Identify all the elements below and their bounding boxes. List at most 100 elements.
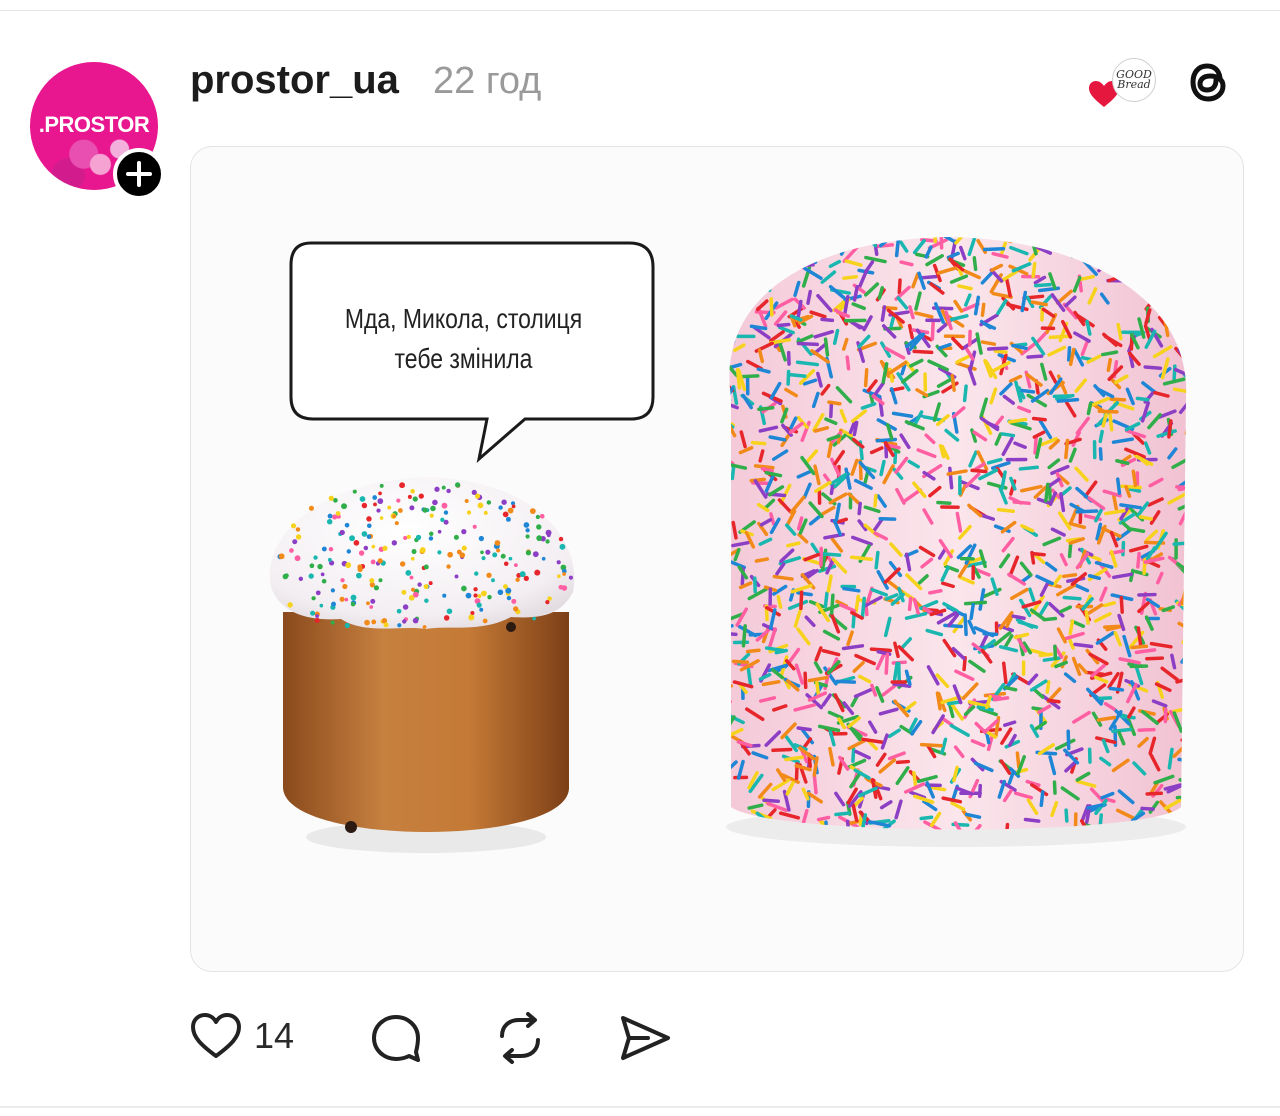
sprinkle-dot — [423, 584, 429, 590]
brand-badge[interactable]: GOOD Bread — [1112, 58, 1156, 102]
sprinkle — [1033, 282, 1052, 288]
sprinkle — [760, 466, 774, 473]
sprinkle-dot — [486, 572, 492, 578]
sprinkle-dot — [295, 534, 302, 540]
sprinkle — [1108, 686, 1125, 692]
sprinkle — [1045, 680, 1051, 694]
sprinkle-dot — [366, 523, 372, 529]
sprinkle — [747, 237, 762, 248]
sprinkle — [1171, 237, 1187, 240]
sprinkle-dot — [339, 596, 345, 602]
sprinkle-dot — [378, 578, 383, 583]
post-image[interactable]: Мда, Микола, столиця тебе змінила — [190, 146, 1244, 972]
sprinkle — [1099, 237, 1113, 252]
sprinkle — [1041, 237, 1053, 248]
sprinkle — [795, 360, 820, 367]
comment-icon — [372, 1015, 420, 1062]
sprinkle — [893, 450, 898, 465]
sprinkle — [1188, 649, 1189, 663]
sprinkle — [769, 296, 774, 317]
sprinkle — [907, 596, 913, 612]
sprinkle — [729, 699, 733, 710]
sprinkle-dot — [437, 529, 442, 534]
sprinkle — [1175, 237, 1187, 239]
sprinkle-dot — [412, 496, 418, 502]
sprinkle — [854, 594, 860, 613]
sprinkle-dot — [373, 502, 377, 507]
sprinkle — [948, 466, 954, 490]
sprinkle — [849, 555, 874, 561]
sprinkle-dot — [379, 516, 384, 520]
follow-button[interactable] — [113, 148, 165, 200]
sprinkle-dot — [559, 543, 566, 550]
sprinkle — [1143, 237, 1150, 246]
sprinkle — [1177, 757, 1187, 764]
sprinkle-dot — [523, 575, 529, 582]
sprinkle — [930, 319, 935, 341]
sprinkle-dot — [557, 574, 561, 579]
sprinkle — [869, 647, 893, 653]
sprinkle — [764, 646, 786, 653]
sprinkle — [1039, 790, 1045, 808]
sprinkle-dot — [446, 488, 451, 494]
sprinkle — [1174, 237, 1182, 253]
avatar-label: .PROSTOR — [38, 112, 150, 137]
sprinkle — [815, 680, 821, 697]
sprinkle-dot — [539, 513, 545, 519]
sprinkle — [836, 240, 847, 254]
post-actions: 14 — [190, 1012, 790, 1072]
sprinkle-dot — [328, 546, 334, 552]
sprinkle-dot — [478, 535, 485, 542]
sprinkle — [1103, 256, 1114, 270]
sprinkle-dot — [405, 569, 412, 576]
sprinkle-dot — [295, 527, 301, 532]
sprinkle — [763, 263, 776, 279]
sprinkle-dot — [508, 556, 513, 561]
share-button[interactable] — [618, 1012, 672, 1064]
sprinkle-dot — [387, 505, 392, 510]
sprinkle — [833, 237, 844, 247]
sprinkle — [757, 406, 775, 412]
sprinkle-dot — [453, 534, 459, 540]
sprinkle — [1059, 492, 1066, 513]
sprinkle-dot — [525, 550, 532, 556]
sprinkle-dot — [468, 614, 475, 621]
sprinkle — [907, 323, 914, 340]
sprinkle-dot — [315, 590, 321, 596]
sprinkle-dot — [315, 614, 320, 618]
sprinkle — [873, 239, 879, 256]
sprinkle — [1007, 417, 1028, 424]
sprinkle — [1052, 394, 1071, 399]
sprinkle — [776, 322, 791, 328]
sprinkle-dot — [311, 596, 316, 601]
comment-button[interactable] — [370, 1012, 422, 1064]
heart-outline-icon — [191, 1013, 241, 1058]
sprinkle — [1115, 459, 1130, 466]
threads-logo-icon[interactable] — [1184, 56, 1232, 108]
sprinkle-dot — [339, 529, 345, 536]
sprinkle-dot — [558, 536, 564, 542]
sprinkle — [1160, 279, 1169, 293]
sprinkle-dot — [330, 620, 335, 625]
sprinkle-dot — [486, 500, 492, 505]
sprinkle-dot — [441, 502, 448, 509]
repost-button[interactable] — [494, 1012, 546, 1064]
sprinkle — [943, 623, 964, 629]
sprinkle — [1167, 419, 1173, 439]
sprinkle — [869, 237, 883, 242]
sprinkle-dot — [498, 505, 503, 510]
sprinkle — [1181, 275, 1187, 292]
sprinkle — [963, 600, 988, 606]
sprinkle — [734, 298, 747, 316]
sprinkle-dot — [434, 486, 440, 492]
username[interactable]: prostor_ua — [190, 58, 399, 103]
sprinkle-dot — [406, 534, 411, 540]
like-button[interactable]: 14 — [190, 1012, 294, 1060]
sprinkle — [749, 324, 768, 331]
sprinkle-dot — [476, 602, 482, 608]
sprinkle — [860, 596, 866, 620]
sprinkle — [1070, 250, 1092, 259]
sprinkle — [847, 819, 863, 826]
sprinkle — [729, 624, 734, 632]
sprinkle — [776, 237, 796, 240]
